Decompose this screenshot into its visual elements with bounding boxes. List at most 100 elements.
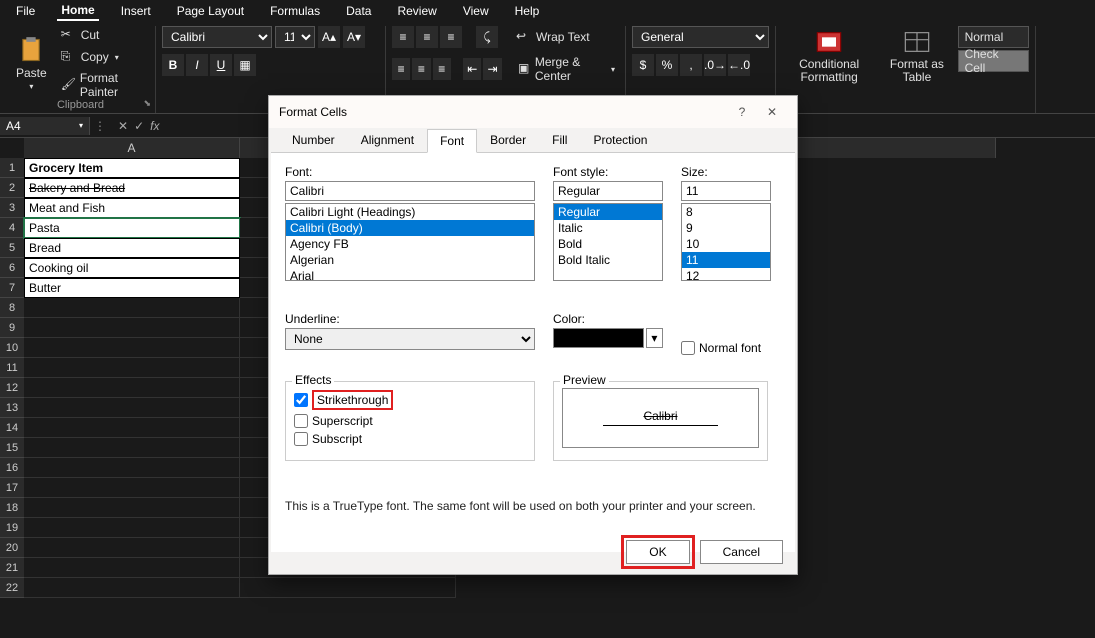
cell-B22[interactable] <box>240 578 456 598</box>
align-top-button[interactable]: ≡ <box>392 26 414 48</box>
number-format-select[interactable]: General <box>632 26 769 48</box>
row-header-22[interactable]: 22 <box>0 578 24 598</box>
percent-button[interactable]: % <box>656 54 678 76</box>
row-header-17[interactable]: 17 <box>0 478 24 498</box>
cell-A16[interactable] <box>24 458 240 478</box>
strikethrough-checkbox[interactable] <box>294 393 308 407</box>
underline-select[interactable]: None <box>285 328 535 350</box>
row-header-10[interactable]: 10 <box>0 338 24 358</box>
decrease-indent-button[interactable]: ⇤ <box>463 58 481 80</box>
align-center-button[interactable]: ≡ <box>412 58 430 80</box>
enter-formula-icon[interactable]: ✓ <box>134 119 144 133</box>
italic-button[interactable]: I <box>186 54 208 76</box>
cell-A13[interactable] <box>24 398 240 418</box>
cell-A11[interactable] <box>24 358 240 378</box>
align-left-button[interactable]: ≡ <box>392 58 410 80</box>
accounting-format-button[interactable]: $ <box>632 54 654 76</box>
wrap-text-button[interactable]: ↩Wrap Text <box>512 28 594 46</box>
row-header-21[interactable]: 21 <box>0 558 24 578</box>
row-header-20[interactable]: 20 <box>0 538 24 558</box>
cell-A6[interactable]: Cooking oil <box>24 258 240 278</box>
cell-A5[interactable]: Bread <box>24 238 240 258</box>
paste-button[interactable]: Paste ▾ <box>12 34 51 93</box>
cell-A15[interactable] <box>24 438 240 458</box>
cell-A7[interactable]: Butter <box>24 278 240 298</box>
cell-A21[interactable] <box>24 558 240 578</box>
cut-button[interactable]: ✂Cut <box>57 26 149 44</box>
row-header-6[interactable]: 6 <box>0 258 24 278</box>
menu-home[interactable]: Home <box>57 1 98 21</box>
size-input[interactable] <box>681 181 771 201</box>
border-button[interactable]: ▦ <box>234 54 256 76</box>
subscript-checkbox[interactable] <box>294 432 308 446</box>
normal-font-checkbox[interactable] <box>681 341 695 355</box>
cell-A17[interactable] <box>24 478 240 498</box>
row-header-1[interactable]: 1 <box>0 158 24 178</box>
font-input[interactable] <box>285 181 535 201</box>
align-middle-button[interactable]: ≡ <box>416 26 438 48</box>
row-header-12[interactable]: 12 <box>0 378 24 398</box>
cell-style-normal[interactable]: Normal <box>958 26 1029 48</box>
clipboard-launcher-icon[interactable]: ⬊ <box>143 98 151 109</box>
row-header-4[interactable]: 4 <box>0 218 24 238</box>
row-header-18[interactable]: 18 <box>0 498 24 518</box>
row-header-2[interactable]: 2 <box>0 178 24 198</box>
cell-A1[interactable]: Grocery Item <box>24 158 240 178</box>
cell-A4[interactable]: Pasta <box>24 218 240 238</box>
cell-A14[interactable] <box>24 418 240 438</box>
tab-protection[interactable]: Protection <box>580 128 660 152</box>
dialog-help-button[interactable]: ? <box>727 105 757 119</box>
row-header-19[interactable]: 19 <box>0 518 24 538</box>
row-header-15[interactable]: 15 <box>0 438 24 458</box>
tab-fill[interactable]: Fill <box>539 128 580 152</box>
row-header-5[interactable]: 5 <box>0 238 24 258</box>
menu-view[interactable]: View <box>459 2 493 20</box>
menu-page-layout[interactable]: Page Layout <box>173 2 248 20</box>
tab-alignment[interactable]: Alignment <box>348 128 427 152</box>
row-header-3[interactable]: 3 <box>0 198 24 218</box>
decrease-decimal-button[interactable]: ←.0 <box>728 54 750 76</box>
increase-font-button[interactable]: A▴ <box>318 26 340 48</box>
menu-review[interactable]: Review <box>393 2 440 20</box>
orientation-button[interactable]: ⤹ <box>476 26 498 48</box>
format-painter-button[interactable]: 🖌Format Painter <box>57 70 149 100</box>
menu-help[interactable]: Help <box>511 2 544 20</box>
tab-border[interactable]: Border <box>477 128 539 152</box>
cell-A3[interactable]: Meat and Fish <box>24 198 240 218</box>
superscript-checkbox[interactable] <box>294 414 308 428</box>
increase-indent-button[interactable]: ⇥ <box>483 58 501 80</box>
merge-center-button[interactable]: ▣Merge & Center▾ <box>514 54 619 84</box>
row-header-14[interactable]: 14 <box>0 418 24 438</box>
row-header-7[interactable]: 7 <box>0 278 24 298</box>
cell-style-check[interactable]: Check Cell <box>958 50 1029 72</box>
row-header-13[interactable]: 13 <box>0 398 24 418</box>
underline-button[interactable]: U <box>210 54 232 76</box>
align-right-button[interactable]: ≡ <box>433 58 451 80</box>
row-header-16[interactable]: 16 <box>0 458 24 478</box>
color-swatch[interactable] <box>553 328 644 348</box>
font-list[interactable]: Calibri Light (Headings) Calibri (Body) … <box>285 203 535 281</box>
cancel-formula-icon[interactable]: ✕ <box>118 119 128 133</box>
cell-A18[interactable] <box>24 498 240 518</box>
menu-insert[interactable]: Insert <box>117 2 155 20</box>
menu-file[interactable]: File <box>12 2 39 20</box>
decrease-font-button[interactable]: A▾ <box>343 26 365 48</box>
col-header-A[interactable]: A <box>24 138 240 158</box>
cell-A10[interactable] <box>24 338 240 358</box>
tab-font[interactable]: Font <box>427 129 477 153</box>
color-dropdown-icon[interactable]: ▾ <box>646 328 663 348</box>
fx-icon[interactable]: fx <box>150 119 159 133</box>
row-header-8[interactable]: 8 <box>0 298 24 318</box>
ok-button[interactable]: OK <box>626 540 689 564</box>
cell-A19[interactable] <box>24 518 240 538</box>
cell-A2[interactable]: Bakery and Bread <box>24 178 240 198</box>
increase-decimal-button[interactable]: .0→ <box>704 54 726 76</box>
size-list[interactable]: 8 9 10 11 12 14 <box>681 203 771 281</box>
cell-A22[interactable] <box>24 578 240 598</box>
row-header-11[interactable]: 11 <box>0 358 24 378</box>
align-bottom-button[interactable]: ≡ <box>440 26 462 48</box>
cell-A20[interactable] <box>24 538 240 558</box>
tab-number[interactable]: Number <box>279 128 348 152</box>
copy-button[interactable]: ⎘Copy▾ <box>57 48 149 66</box>
cancel-button[interactable]: Cancel <box>700 540 783 564</box>
